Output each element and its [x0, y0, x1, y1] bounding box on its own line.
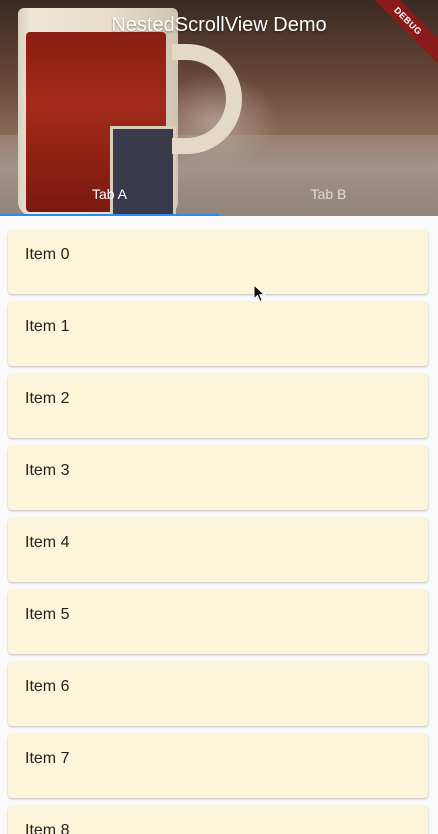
tab-a[interactable]: Tab A: [0, 172, 219, 216]
list-item[interactable]: Item 0: [8, 230, 428, 294]
list-item-label: Item 3: [25, 462, 70, 479]
list-item[interactable]: Item 3: [8, 446, 428, 510]
mouse-cursor-icon: [253, 284, 266, 303]
list-item[interactable]: Item 1: [8, 302, 428, 366]
list-item[interactable]: Item 4: [8, 518, 428, 582]
tab-b[interactable]: Tab B: [219, 172, 438, 216]
list-item[interactable]: Item 5: [8, 590, 428, 654]
list-item[interactable]: Item 2: [8, 374, 428, 438]
list-item-label: Item 7: [25, 750, 70, 767]
flexible-app-bar: NestedScrollView Demo DEBUG Tab A Tab B: [0, 0, 438, 216]
list-item-label: Item 5: [25, 606, 70, 623]
list-item[interactable]: Item 7: [8, 734, 428, 798]
item-list[interactable]: Item 0 Item 1 Item 2 Item 3 Item 4 Item …: [0, 216, 438, 834]
app-bar-title: NestedScrollView Demo: [111, 14, 327, 36]
list-item-label: Item 8: [25, 822, 70, 834]
list-item-label: Item 6: [25, 678, 70, 695]
tab-b-label: Tab B: [310, 186, 347, 202]
list-item-label: Item 0: [25, 246, 70, 263]
tab-a-label: Tab A: [91, 186, 128, 202]
list-item[interactable]: Item 8: [8, 806, 428, 834]
list-item[interactable]: Item 6: [8, 662, 428, 726]
list-item-label: Item 1: [25, 318, 70, 335]
list-item-label: Item 4: [25, 534, 70, 551]
list-item-label: Item 2: [25, 390, 70, 407]
tab-bar: Tab A Tab B: [0, 172, 438, 216]
